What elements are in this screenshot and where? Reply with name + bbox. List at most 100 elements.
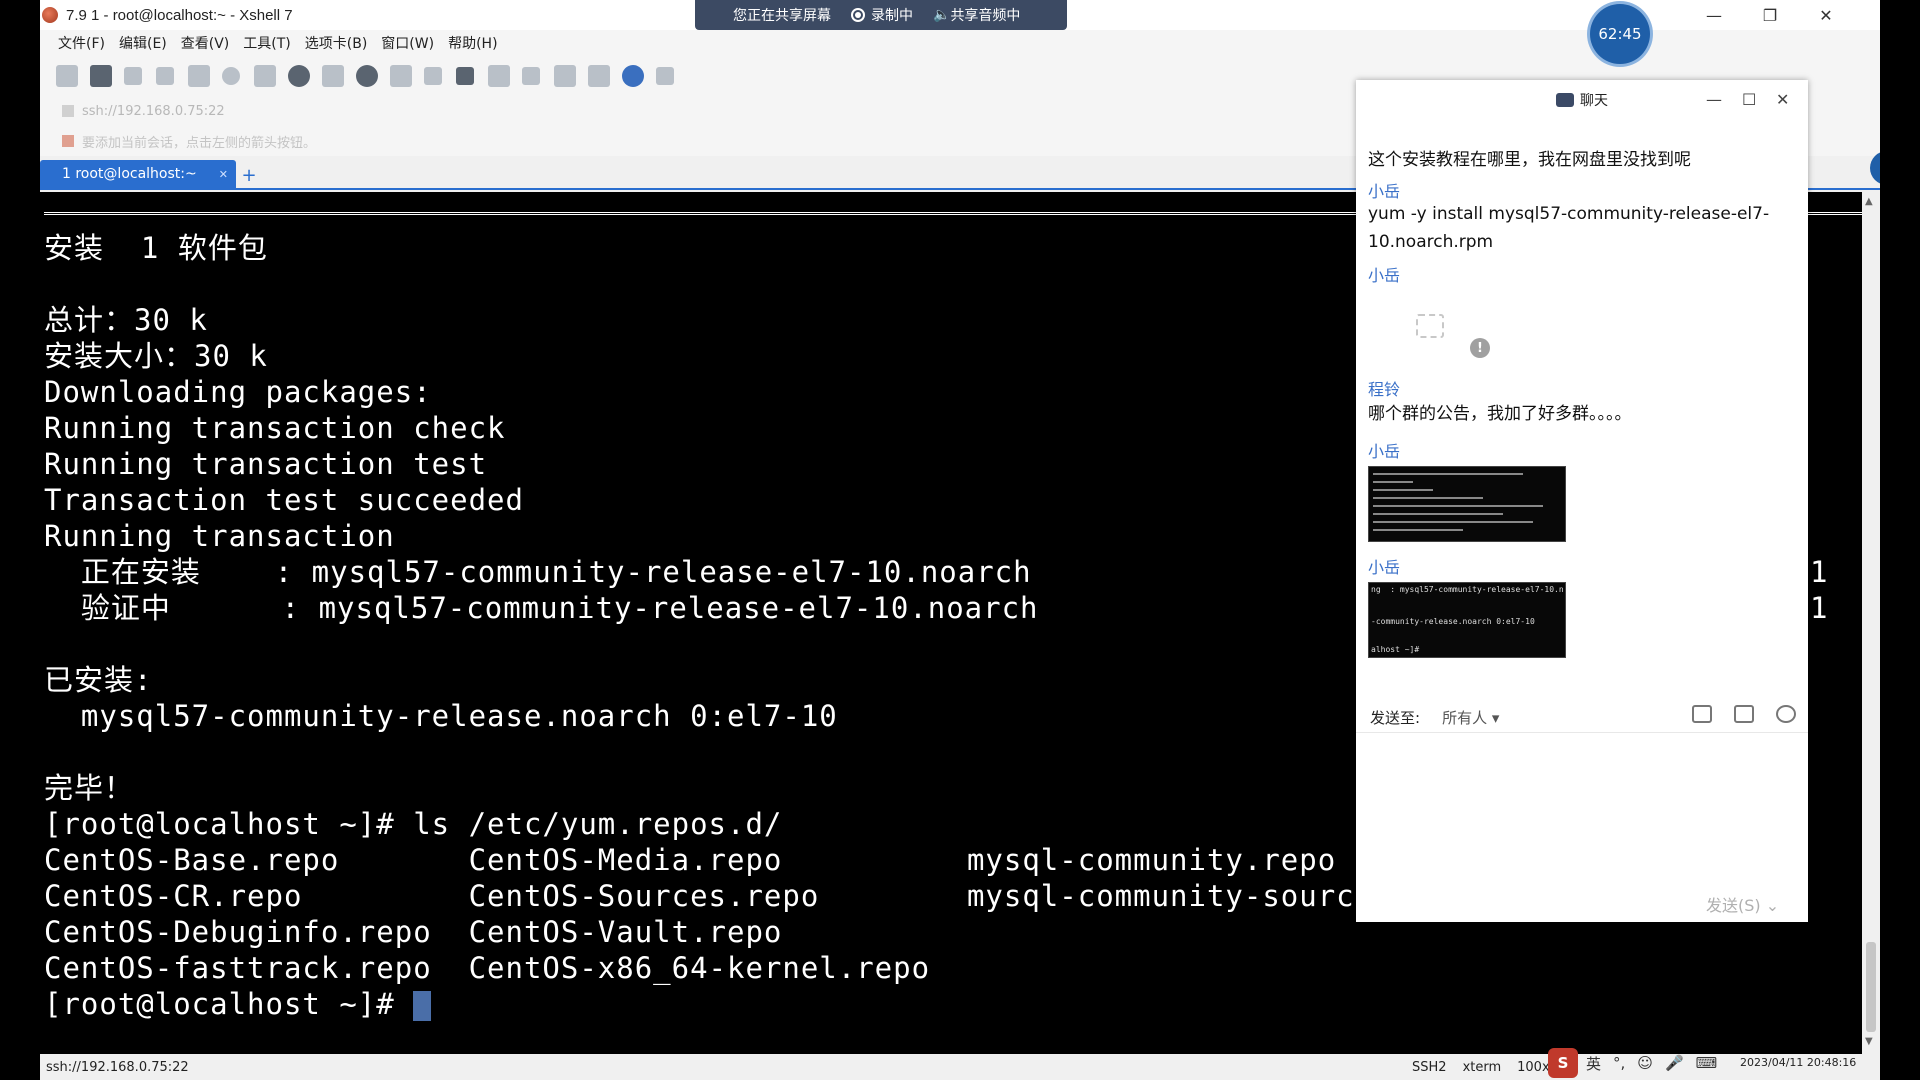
compose-icon[interactable] (554, 65, 576, 87)
new-session-icon[interactable] (56, 65, 78, 87)
layout-icon[interactable] (254, 65, 276, 87)
chat-close-icon[interactable]: ✕ (1776, 90, 1789, 109)
chat-title-bar: 聊天 (1356, 80, 1808, 120)
scrollbar-thumb[interactable] (1866, 942, 1876, 1032)
terminal-line: CentOS-Base.repo CentOS-Media.repo mysql… (44, 843, 1337, 877)
chat-minimize-icon[interactable]: — (1706, 90, 1722, 109)
status-term: xterm (1462, 1059, 1502, 1075)
screenshot-thumbnail[interactable] (1368, 466, 1566, 542)
chat-title: 聊天 (1580, 93, 1608, 109)
punctuation-icon[interactable]: °, (1613, 1054, 1625, 1072)
terminal-line: Transaction test succeeded (44, 483, 524, 517)
menu-edit[interactable]: 编辑(E) (119, 33, 167, 53)
ime-language[interactable]: 英 (1586, 1053, 1601, 1074)
scroll-down-icon[interactable]: ▼ (1865, 1036, 1873, 1047)
lock-small-icon (62, 105, 74, 117)
lock-icon[interactable] (456, 67, 474, 85)
font-icon[interactable] (322, 65, 344, 87)
chat-message: 哪个群的公告，我加了好多群。。。。 (1368, 404, 1632, 424)
broken-image-icon[interactable] (1416, 314, 1444, 338)
add-tab-button[interactable]: + (236, 162, 262, 188)
left-dark-strip (0, 0, 40, 1080)
pen-icon[interactable] (522, 67, 540, 85)
sogou-ime-icon[interactable]: S (1548, 1048, 1578, 1078)
tab-session[interactable]: 1 root@localhost:~ ✕ (40, 160, 236, 188)
file-icon[interactable] (1692, 705, 1712, 723)
sharing-status[interactable]: 您正在共享屏幕 (695, 0, 841, 30)
globe-icon[interactable] (288, 65, 310, 87)
terminal-cursor (413, 991, 432, 1021)
thumb-text-line (1373, 505, 1543, 507)
chat-sender: 小岳 (1368, 442, 1401, 461)
speaker-icon: 🔈 (933, 7, 951, 23)
properties-icon[interactable] (188, 65, 210, 87)
chat-sender: 小岳 (1368, 558, 1401, 577)
help-icon[interactable] (622, 65, 644, 87)
meeting-timer[interactable]: 62:45 (1590, 4, 1650, 64)
chat-message: 这个安装教程在哪里，我在网盘里没找到呢 (1368, 150, 1691, 170)
progress-count: 1 (1810, 555, 1829, 589)
send-button[interactable]: 发送(S) ⌄ (1706, 892, 1779, 916)
transfer-icon[interactable] (390, 65, 412, 87)
menu-window[interactable]: 窗口(W) (381, 33, 434, 53)
tile-icon[interactable] (588, 65, 610, 87)
user-icon[interactable] (1776, 705, 1796, 723)
reconnect-icon[interactable] (124, 67, 142, 85)
thumb-text-line (1373, 521, 1533, 523)
open-folder-icon[interactable] (90, 65, 112, 87)
fullscreen-icon[interactable] (424, 67, 442, 85)
thumb-text: alhost ~]# (1371, 645, 1424, 654)
maximize-button[interactable]: ❐ (1742, 0, 1798, 30)
menu-help[interactable]: 帮助(H) (448, 33, 497, 53)
recording-status[interactable]: 录制中 (841, 0, 923, 30)
tab-close-icon[interactable]: ✕ (219, 168, 228, 181)
chat-sender: 程铃 (1368, 380, 1401, 399)
screenshot-icon[interactable] (1734, 705, 1754, 723)
terminal-line: 安装 1 软件包 (44, 231, 268, 265)
thumb-text: -community-release.noarch 0:el7-10 (1371, 617, 1535, 626)
send-to-label: 发送至: (1370, 709, 1421, 727)
menu-tabs[interactable]: 选项卡(B) (305, 33, 368, 53)
menu-tools[interactable]: 工具(T) (243, 33, 290, 53)
scroll-up-icon[interactable]: ▲ (1865, 196, 1873, 207)
terminal-line: 安装大小：30 k (44, 339, 268, 373)
xshell-app-icon (42, 7, 58, 23)
close-button[interactable]: ✕ (1798, 0, 1854, 30)
menu-view[interactable]: 查看(V) (181, 33, 230, 53)
send-to-dropdown[interactable]: 所有人 ▾ (1442, 707, 1499, 728)
audio-status[interactable]: 🔈 共享音频中 (923, 0, 1030, 30)
emoji-icon[interactable]: ☺ (1637, 1054, 1653, 1072)
screen-share-banner: 您正在共享屏幕 录制中 🔈 共享音频中 (695, 0, 1067, 30)
failed-send-icon[interactable]: ! (1470, 338, 1490, 358)
screenshot-thumbnail[interactable]: ng : mysql57-community-release-el7-10.n … (1368, 582, 1566, 658)
keyboard-tray-icon[interactable]: ⌨ (1696, 1054, 1718, 1072)
chat-maximize-icon[interactable]: ☐ (1742, 90, 1756, 109)
address-text: ssh://192.168.0.75:22 (82, 103, 225, 119)
terminal-line: CentOS-CR.repo CentOS-Sources.repo mysql… (44, 879, 1392, 913)
system-clock: 2023/04/11 20:48:16 (1740, 1056, 1857, 1069)
terminal-line: 正在安装 : mysql57-community-release-el7-10.… (44, 555, 1032, 589)
thumb-text-line (1373, 497, 1483, 499)
keyboard-icon[interactable] (488, 65, 510, 87)
terminal-line: CentOS-fasttrack.repo CentOS-x86_64-kern… (44, 951, 931, 985)
chat-sender: 小岳 (1368, 182, 1401, 201)
terminal-line: 已安装: (44, 663, 153, 697)
recording-label: 录制中 (871, 8, 913, 24)
thumb-text-line (1373, 489, 1433, 491)
menu-file[interactable]: 文件(F) (58, 33, 105, 53)
chat-toggle-icon[interactable] (656, 67, 674, 85)
audio-label: 共享音频中 (950, 8, 1021, 24)
microphone-icon[interactable]: 🎤 (1665, 1054, 1684, 1072)
status-address: ssh://192.168.0.75:22 (46, 1059, 189, 1075)
window-title: 7.9 1 - root@localhost:~ - Xshell 7 (66, 6, 293, 24)
chat-tools (1692, 705, 1818, 723)
chat-bubble-icon (1556, 93, 1574, 107)
disconnect-icon[interactable] (156, 67, 174, 85)
terminal-line: mysql57-community-release.noarch 0:el7-1… (44, 699, 838, 733)
script-icon[interactable] (356, 65, 378, 87)
minimize-button[interactable]: — (1686, 0, 1742, 30)
terminal-scrollbar[interactable]: ▲ ▼ (1862, 192, 1880, 1054)
find-icon[interactable] (222, 67, 240, 85)
chat-panel: 聊天 — ☐ ✕ 这个安装教程在哪里，我在网盘里没找到呢 小岳 yum -y i… (1356, 80, 1808, 922)
tab-label: 1 root@localhost:~ (62, 166, 197, 182)
